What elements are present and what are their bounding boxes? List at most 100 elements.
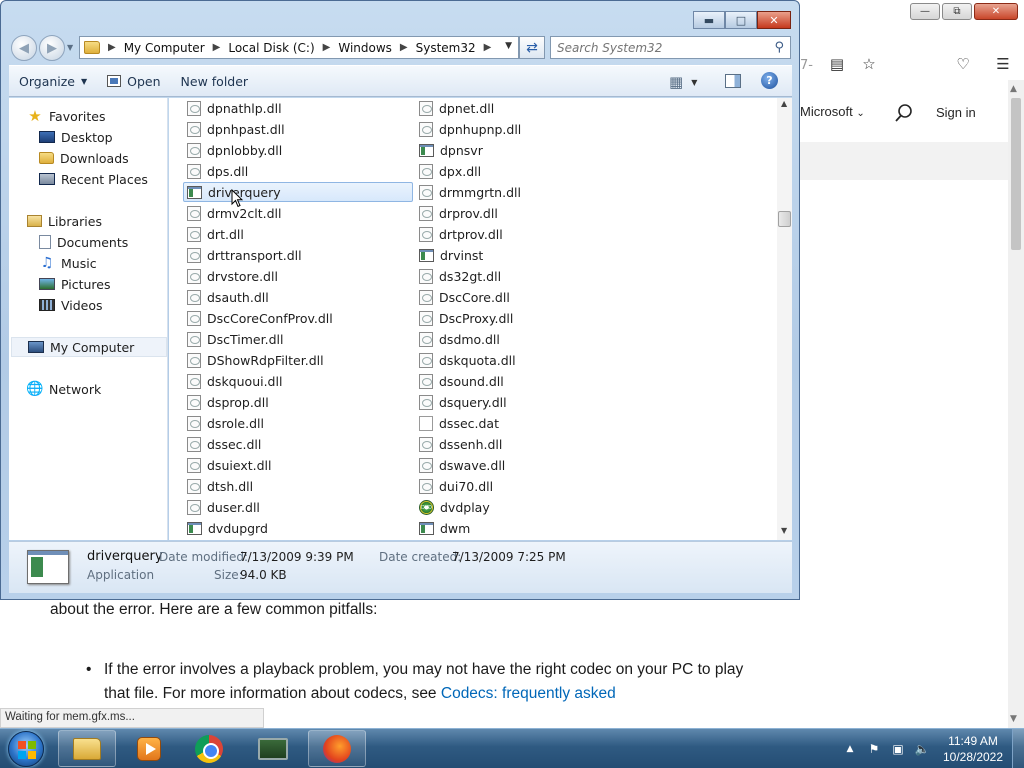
nav-videos[interactable]: Videos	[39, 295, 103, 315]
file-item[interactable]: DVD dvdplay	[416, 497, 490, 517]
sign-in-link[interactable]: Sign in	[936, 105, 976, 120]
browser-scrollbar-thumb[interactable]	[1011, 98, 1021, 250]
nav-pictures[interactable]: Pictures	[39, 274, 111, 294]
reader-view-icon[interactable]: ▤	[826, 54, 848, 74]
start-button[interactable]	[8, 731, 44, 767]
nav-desktop[interactable]: Desktop	[39, 127, 113, 147]
network-status-icon[interactable]: ▣	[890, 741, 906, 757]
address-bar[interactable]: ▶ My Computer ▶ Local Disk (C:) ▶ Window…	[79, 36, 519, 59]
taskbar-clock[interactable]: 11:49 AM 10/28/2022	[938, 733, 1008, 765]
breadcrumb-local-disk[interactable]: Local Disk (C:)	[228, 41, 314, 55]
breadcrumb-my-computer[interactable]: My Computer	[124, 41, 205, 55]
nav-libraries[interactable]: Libraries	[27, 211, 102, 231]
back-button[interactable]: ◀	[11, 35, 37, 61]
file-list-scrollbar[interactable]	[777, 98, 792, 540]
explorer-close-button[interactable]: ✕	[757, 11, 791, 29]
file-item[interactable]: dpnet.dll	[416, 98, 494, 118]
file-item[interactable]: dssec.dat	[416, 413, 499, 433]
explorer-minimize-button[interactable]: ▬	[693, 11, 725, 29]
scroll-up-arrow-icon[interactable]: ▲	[781, 99, 787, 108]
file-item[interactable]: dpnsvr	[416, 140, 483, 160]
file-item[interactable]: dswave.dll	[416, 455, 505, 475]
taskbar-media-player-button[interactable]	[120, 730, 178, 767]
file-item[interactable]: DShowRdpFilter.dll	[184, 350, 324, 370]
nav-recent-places[interactable]: Recent Places	[39, 169, 148, 189]
explorer-maximize-button[interactable]: □	[725, 11, 757, 29]
file-item[interactable]: drttransport.dll	[184, 245, 302, 265]
file-item[interactable]: dsuiext.dll	[184, 455, 271, 475]
file-item[interactable]: dtsh.dll	[184, 476, 253, 496]
breadcrumb-separator-icon[interactable]: ▶	[484, 42, 492, 53]
preview-pane-icon[interactable]	[725, 74, 741, 88]
file-item[interactable]: dsprop.dll	[184, 392, 269, 412]
breadcrumb-separator-icon[interactable]: ▶	[213, 42, 221, 53]
codecs-faq-link[interactable]: Codecs: frequently asked	[441, 685, 616, 702]
organize-button[interactable]: Organize ▼	[9, 67, 97, 95]
file-item[interactable]: dskquota.dll	[416, 350, 516, 370]
site-nav-microsoft[interactable]: Microsoft ⌄	[800, 104, 865, 119]
nav-network[interactable]: 🌐 Network	[26, 379, 101, 399]
file-item[interactable]: dsound.dll	[416, 371, 504, 391]
menu-icon[interactable]: ☰	[992, 54, 1014, 74]
breadcrumb-system32[interactable]: System32	[416, 41, 476, 55]
file-item[interactable]: dsauth.dll	[184, 287, 269, 307]
search-icon[interactable]: ⚲	[774, 40, 784, 55]
breadcrumb-separator-icon[interactable]: ▶	[323, 42, 331, 53]
breadcrumb-separator-icon[interactable]: ▶	[108, 42, 116, 53]
file-list-scrollbar-thumb[interactable]	[778, 211, 791, 227]
change-view-button[interactable]: ▦ ▼	[669, 68, 697, 96]
forward-button[interactable]: ▶	[39, 35, 65, 61]
action-center-flag-icon[interactable]: ⚑	[866, 741, 882, 757]
file-item[interactable]: dssenh.dll	[416, 434, 502, 454]
file-item[interactable]: duser.dll	[184, 497, 260, 517]
file-item[interactable]: dpx.dll	[416, 161, 481, 181]
pocket-icon[interactable]: ♡	[952, 54, 974, 74]
file-item[interactable]: dui70.dll	[416, 476, 493, 496]
file-item[interactable]: drprov.dll	[416, 203, 498, 223]
file-item[interactable]: dssec.dll	[184, 434, 261, 454]
nav-music[interactable]: ♫ Music	[39, 253, 97, 273]
help-button[interactable]: ?	[761, 72, 778, 89]
refresh-button[interactable]: ⇄	[519, 36, 545, 59]
file-item[interactable]: driverquery	[183, 182, 413, 202]
nav-favorites[interactable]: ★ Favorites	[27, 106, 105, 126]
bookmark-star-icon[interactable]: ☆	[858, 54, 880, 74]
taskbar-monitor-button[interactable]	[244, 730, 302, 767]
address-history-dropdown-icon[interactable]: ▼	[505, 41, 512, 51]
taskbar-chrome-button[interactable]	[180, 730, 238, 767]
search-box[interactable]: ⚲	[550, 36, 791, 59]
breadcrumb-windows[interactable]: Windows	[338, 41, 392, 55]
browser-close-button[interactable]: ✕	[974, 3, 1018, 20]
show-desktop-button[interactable]	[1012, 729, 1024, 768]
scroll-up-arrow-icon[interactable]: ▲	[1010, 84, 1017, 94]
file-item[interactable]: dpnhupnp.dll	[416, 119, 521, 139]
file-item[interactable]: dvdupgrd	[184, 518, 268, 538]
file-item[interactable]: dpnlobby.dll	[184, 140, 282, 160]
file-item[interactable]: dskquoui.dll	[184, 371, 282, 391]
show-hidden-icons-icon[interactable]: ▲	[842, 741, 858, 757]
file-item[interactable]: ds32gt.dll	[416, 266, 501, 286]
file-item[interactable]: dsdmo.dll	[416, 329, 500, 349]
new-folder-button[interactable]: New folder	[171, 67, 259, 95]
file-item[interactable]: dsrole.dll	[184, 413, 264, 433]
file-item[interactable]: dps.dll	[184, 161, 248, 181]
nav-downloads[interactable]: Downloads	[39, 148, 129, 168]
nav-my-computer[interactable]: My Computer	[11, 337, 167, 357]
file-item[interactable]: dpnathlp.dll	[184, 98, 282, 118]
taskbar-explorer-button[interactable]	[58, 730, 116, 767]
file-item[interactable]: drmmgrtn.dll	[416, 182, 521, 202]
file-item[interactable]: DscCoreConfProv.dll	[184, 308, 333, 328]
file-item[interactable]: drtprov.dll	[416, 224, 503, 244]
file-item[interactable]: dsquery.dll	[416, 392, 507, 412]
file-item[interactable]: DscCore.dll	[416, 287, 510, 307]
scroll-down-arrow-icon[interactable]: ▼	[781, 526, 787, 535]
browser-restore-button[interactable]: ⧉	[942, 3, 972, 20]
file-item[interactable]: DscTimer.dll	[184, 329, 283, 349]
browser-url-fragment[interactable]: 7-	[800, 58, 813, 73]
breadcrumb-separator-icon[interactable]: ▶	[400, 42, 408, 53]
file-item[interactable]: DscProxy.dll	[416, 308, 513, 328]
file-list[interactable]: dpnathlp.dll dpnhpast.dll dpnlobby.dll dps.…	[169, 98, 777, 540]
recent-pages-dropdown-icon[interactable]: ▼	[67, 43, 73, 52]
file-item[interactable]: drvinst	[416, 245, 483, 265]
chevron-down-icon[interactable]: ▼	[691, 78, 697, 87]
